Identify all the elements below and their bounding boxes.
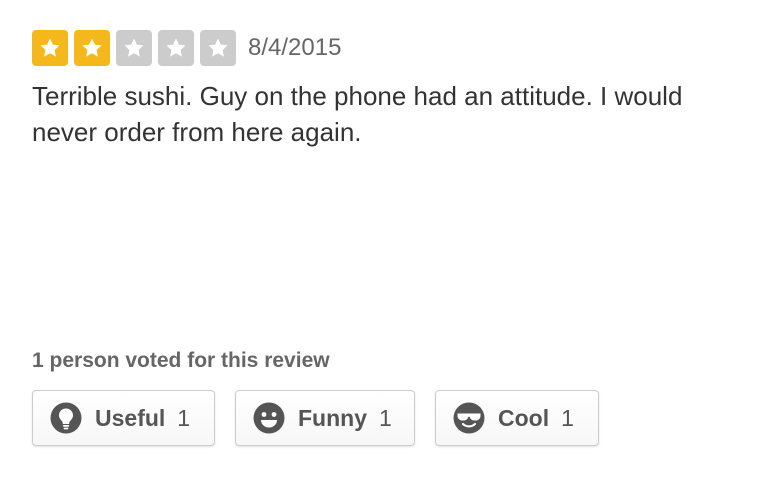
- cool-button[interactable]: Cool 1: [435, 390, 599, 446]
- star-icon: [74, 30, 110, 66]
- star-icon: [158, 30, 194, 66]
- rating-row: 8/4/2015: [32, 30, 752, 66]
- funny-count: 1: [379, 404, 392, 431]
- vote-section: 1 person voted for this review Useful 1: [32, 346, 752, 446]
- review: 8/4/2015 Terrible sushi. Guy on the phon…: [32, 30, 752, 176]
- review-date: 8/4/2015: [248, 34, 342, 61]
- cool-count: 1: [561, 404, 574, 431]
- review-text: Terrible sushi. Guy on the phone had an …: [32, 81, 683, 147]
- star-rating: [32, 30, 242, 66]
- votes-caption: 1 person voted for this review: [32, 349, 330, 372]
- smiley-face-icon: [252, 401, 286, 435]
- sunglasses-face-icon: [452, 401, 486, 435]
- cool-label: Cool: [498, 404, 550, 431]
- star-icon: [116, 30, 152, 66]
- funny-button[interactable]: Funny 1: [235, 390, 415, 446]
- useful-label: Useful: [95, 404, 166, 431]
- useful-button[interactable]: Useful 1: [32, 390, 215, 446]
- star-icon: [200, 30, 236, 66]
- star-icon: [32, 30, 68, 66]
- useful-count: 1: [177, 404, 191, 431]
- vote-buttons: Useful 1 Funny 1 Cool 1: [32, 390, 752, 446]
- lightbulb-icon: [49, 401, 83, 435]
- funny-label: Funny: [298, 404, 367, 431]
